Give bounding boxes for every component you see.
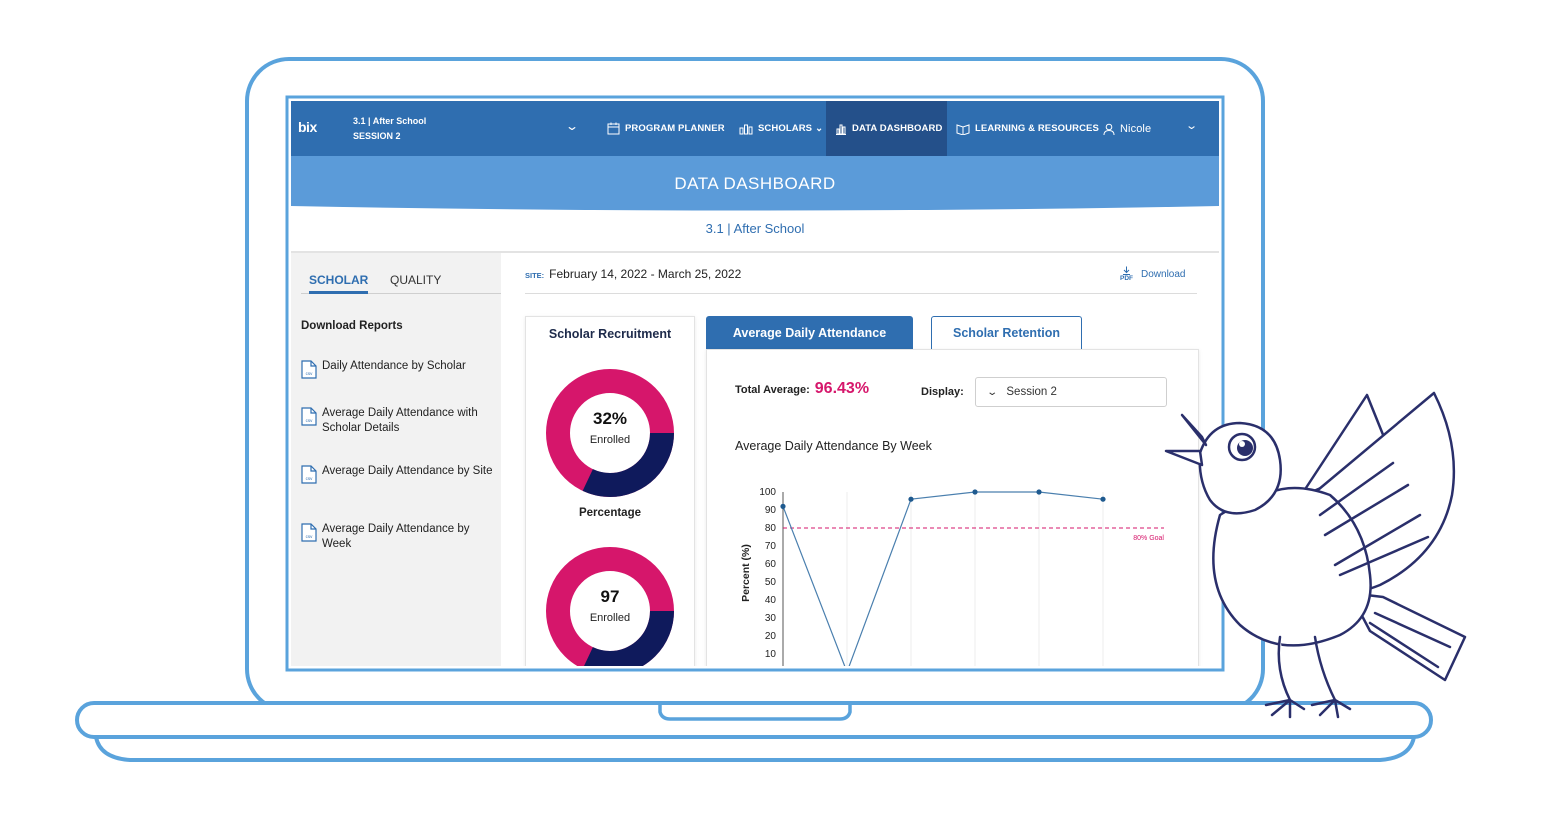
sidebar: SCHOLAR QUALITY Download Reports csv Dai…: [291, 253, 501, 666]
divider: [525, 293, 1197, 294]
tab-scholar-retention[interactable]: Scholar Retention: [931, 316, 1082, 349]
nav-label: LEARNING & RESOURCES: [975, 123, 1099, 134]
program-session: SESSION 2: [353, 131, 401, 141]
session-select-value: Session 2: [1006, 386, 1057, 398]
attendance-card: Total Average: 96.43% Display: ⌄ Session…: [706, 349, 1199, 666]
program-subtitle: 3.1 | After School: [705, 221, 805, 236]
tab-average-daily-attendance[interactable]: Average Daily Attendance: [706, 316, 913, 349]
chevron-down-icon[interactable]: ⌄: [1185, 119, 1198, 132]
bix-logo[interactable]: bix: [298, 119, 317, 135]
top-navbar: bix 3.1 | After School SESSION 2 ⌄ PROGR…: [291, 101, 1219, 156]
enrollment-count-donut: 97 Enrolled: [544, 545, 676, 666]
donut-value: 32%: [592, 409, 628, 428]
chart-title: Average Daily Attendance By Week: [735, 439, 932, 453]
bird-mascot-illustration: [1164, 391, 1467, 719]
user-menu[interactable]: Nicole: [1103, 101, 1151, 156]
pdf-badge: PDF: [1120, 275, 1133, 282]
report-label: Average Daily Attendance by Site: [322, 465, 493, 477]
scholar-recruitment-card: Scholar Recruitment 32% Enrolled Percent…: [525, 316, 695, 666]
csv-badge: csv: [306, 476, 314, 481]
csv-file-icon: csv: [301, 407, 317, 426]
user-name: Nicole: [1120, 122, 1152, 135]
tab-scholar[interactable]: SCHOLAR: [309, 273, 368, 287]
y-axis-label: Percent (%): [740, 544, 752, 602]
report-link[interactable]: csv Average Daily Attendance by Site: [301, 464, 496, 484]
report-label: Average Daily Attendance by Week: [322, 523, 470, 550]
nav-label: SCHOLARS: [758, 123, 813, 134]
y-tick-label: 100: [759, 487, 776, 498]
nav-label: DATA DASHBOARD: [852, 123, 943, 134]
program-selector[interactable]: 3.1 | After School SESSION 2: [353, 114, 426, 144]
csv-badge: csv: [306, 371, 314, 376]
donut-value: 97: [600, 587, 620, 606]
site-dates: February 14, 2022 - March 25, 2022: [549, 267, 742, 281]
app-screen: bix 3.1 | After School SESSION 2 ⌄ PROGR…: [291, 101, 1219, 666]
y-tick-label: 20: [765, 631, 777, 642]
display-label: Display:: [921, 386, 964, 398]
session-select[interactable]: ⌄ Session 2: [975, 377, 1167, 407]
attendance-line-chart: 100908070605040302010Percent (%)80% Goal: [740, 487, 1164, 666]
csv-file-icon: csv: [301, 465, 317, 484]
nav-label: PROGRAM PLANNER: [625, 123, 725, 134]
calendar-icon: [607, 122, 620, 135]
y-tick-label: 40: [765, 595, 777, 606]
chevron-down-icon: ⌄: [986, 386, 999, 398]
y-tick-label: 80: [765, 523, 777, 534]
report-label: Daily Attendance by Scholar: [322, 360, 466, 372]
y-tick-label: 10: [765, 649, 777, 660]
download-reports-heading: Download Reports: [301, 320, 403, 332]
nav-learning-resources[interactable]: LEARNING & RESOURCES: [956, 101, 1099, 156]
download-label: Download: [1141, 268, 1186, 280]
total-average-value: 96.43%: [814, 380, 870, 397]
csv-file-icon: csv: [301, 360, 317, 379]
report-link[interactable]: csv Average Daily Attendance by Week: [301, 522, 496, 552]
download-pdf-button[interactable]: PDF Download: [1120, 266, 1185, 282]
data-point: [908, 496, 914, 502]
bar-chart-icon: [836, 124, 846, 135]
attendance-series-line: [782, 491, 1104, 666]
card-title: Scholar Recruitment: [548, 327, 672, 341]
total-average-label: Total Average:: [735, 384, 810, 396]
nav-program-planner[interactable]: PROGRAM PLANNER: [607, 101, 725, 156]
site-label: SITE:: [525, 271, 545, 280]
nav-data-dashboard[interactable]: DATA DASHBOARD: [826, 101, 947, 156]
y-tick-label: 90: [765, 505, 777, 516]
y-tick-label: 30: [765, 613, 777, 624]
nav-scholars[interactable]: SCHOLARS ⌄: [739, 101, 823, 156]
book-icon: [956, 124, 970, 135]
report-link[interactable]: csv Daily Attendance by Scholar: [301, 359, 496, 379]
data-point: [1100, 496, 1106, 502]
enrollment-percent-donut: 32% Enrolled: [544, 367, 676, 499]
y-tick-label: 60: [765, 559, 777, 570]
report-link[interactable]: csv Average Daily Attendance with Schola…: [301, 406, 496, 436]
site-date-range: SITE: February 14, 2022 - March 25, 2022: [525, 267, 741, 281]
total-average: Total Average: 96.43%: [735, 380, 869, 398]
donut-label: Enrolled: [589, 434, 631, 446]
percentage-label: Percentage: [578, 507, 641, 519]
chevron-down-icon[interactable]: ⌄: [565, 119, 579, 133]
csv-file-icon: csv: [301, 523, 317, 542]
program-name: 3.1 | After School: [353, 116, 427, 126]
donut-label: Enrolled: [589, 612, 631, 624]
report-label: Average Daily Attendance with Scholar De…: [322, 407, 478, 434]
y-tick-label: 70: [765, 541, 777, 552]
tab-quality[interactable]: QUALITY: [390, 273, 441, 287]
user-icon: [1103, 123, 1115, 135]
y-tick-label: 50: [765, 577, 777, 588]
scholars-icon: [739, 124, 753, 135]
data-point: [780, 503, 786, 509]
pdf-download-icon: PDF: [1120, 266, 1133, 282]
data-point: [1036, 489, 1042, 495]
csv-badge: csv: [306, 534, 314, 539]
page-title: DATA DASHBOARD: [674, 174, 836, 193]
chevron-down-icon: ⌄: [815, 123, 824, 134]
active-tab-indicator: [309, 291, 368, 294]
data-point: [972, 489, 978, 495]
csv-badge: csv: [306, 418, 314, 423]
